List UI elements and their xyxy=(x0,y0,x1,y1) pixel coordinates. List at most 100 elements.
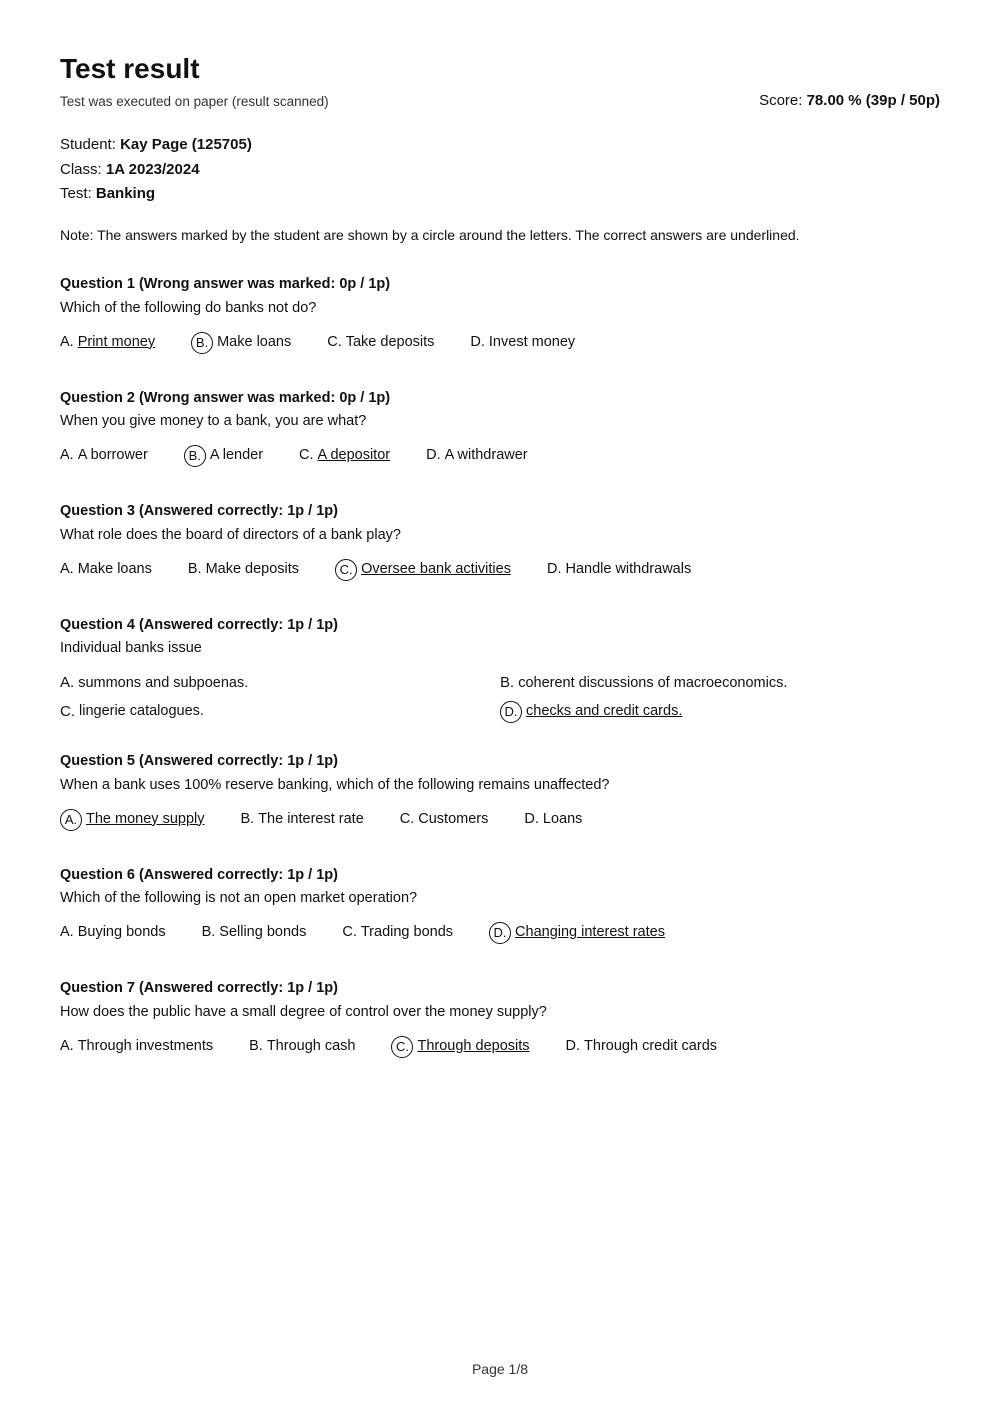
test-row: Test: Banking xyxy=(60,183,940,206)
letter-label-q2-A: A. xyxy=(60,445,74,467)
answer-q3-C: C.Oversee bank activities xyxy=(335,559,511,581)
question-header-q5: Question 5 (Answered correctly: 1p / 1p) xyxy=(60,751,940,773)
answer-text-q6-A: Buying bonds xyxy=(78,922,166,944)
answer-q5-D: D.Loans xyxy=(524,809,582,831)
class-name: 1A 2023/2024 xyxy=(106,161,200,178)
answer-text-q6-D: Changing interest rates xyxy=(515,922,665,944)
letter-label-q2-C: C. xyxy=(299,445,314,467)
student-label: Student: xyxy=(60,136,116,153)
class-row: Class: 1A 2023/2024 xyxy=(60,159,940,182)
letter-label-q5-C: C. xyxy=(400,809,415,831)
answers-q2: A.A borrower B.A lender C.A depositor D.A w… xyxy=(60,445,940,473)
page-container: Test result Test was executed on paper (… xyxy=(0,0,1000,1416)
questions-container: Question 1 (Wrong answer was marked: 0p … xyxy=(60,274,940,1064)
meta-block: Score: 78.00 % (39p / 50p) Student: Kay … xyxy=(60,134,940,206)
answer-text-q7-D: Through credit cards xyxy=(584,1036,717,1058)
answer-text-q7-A: Through investments xyxy=(78,1036,213,1058)
answers-q5: A.The money supplyB.The interest rateC.C… xyxy=(60,809,940,837)
answer-text-q4-A: summons and subpoenas. xyxy=(78,673,248,695)
answer-q7-B: B.Through cash xyxy=(249,1036,355,1058)
question-block-q6: Question 6 (Answered correctly: 1p / 1p)… xyxy=(60,865,940,951)
score-label: Score: xyxy=(759,92,802,109)
question-header-q3: Question 3 (Answered correctly: 1p / 1p) xyxy=(60,501,940,523)
answer-q4-D: D.checks and credit cards. xyxy=(500,701,940,724)
student-name: Kay Page (125705) xyxy=(120,136,252,153)
question-text-q1: Which of the following do banks not do? xyxy=(60,298,940,320)
question-header-q2: Question 2 (Wrong answer was marked: 0p … xyxy=(60,388,940,410)
answer-text-q1-C: Take deposits xyxy=(346,332,435,354)
answers-grid-q4: A.summons and subpoenas. B.coherent discu… xyxy=(60,672,940,723)
letter-label-q4-C: C. xyxy=(60,701,75,724)
question-text-q3: What role does the board of directors of… xyxy=(60,525,940,547)
question-block-q5: Question 5 (Answered correctly: 1p / 1p)… xyxy=(60,751,940,837)
answer-q2-C: C.A depositor xyxy=(299,445,390,467)
answer-text-q3-C: Oversee bank activities xyxy=(361,559,511,581)
question-text-q4: Individual banks issue xyxy=(60,638,940,660)
answer-q4-C: C.lingerie catalogues. xyxy=(60,701,500,724)
letter-label-q4-A: A. xyxy=(60,672,74,695)
answer-q7-D: D.Through credit cards xyxy=(566,1036,717,1058)
test-name: Banking xyxy=(96,185,155,202)
letter-label-q3-D: D. xyxy=(547,559,562,581)
circle-q2-B: B. xyxy=(184,445,206,467)
answer-q3-B: B.Make deposits xyxy=(188,559,299,581)
question-text-q2: When you give money to a bank, you are w… xyxy=(60,411,940,433)
answers-q3: A.Make loans B.Make deposits C.Oversee ban… xyxy=(60,559,940,587)
answer-text-q4-B: coherent discussions of macroeconomics. xyxy=(518,673,787,695)
answer-q7-A: A.Through investments xyxy=(60,1036,213,1058)
answer-text-q5-D: Loans xyxy=(543,809,583,831)
answer-text-q2-A: A borrower xyxy=(78,445,148,467)
answer-q1-A: A.Print money xyxy=(60,332,155,354)
question-header-q1: Question 1 (Wrong answer was marked: 0p … xyxy=(60,274,940,296)
answer-text-q5-A: The money supply xyxy=(86,809,204,831)
score-value: 78.00 % (39p / 50p) xyxy=(807,92,940,109)
letter-label-q7-D: D. xyxy=(566,1036,581,1058)
question-text-q6: Which of the following is not an open ma… xyxy=(60,888,940,910)
answer-q7-C: C.Through deposits xyxy=(391,1036,529,1058)
answer-q2-D: D.A withdrawer xyxy=(426,445,528,467)
answer-q6-D: D.Changing interest rates xyxy=(489,922,665,944)
letter-label-q3-B: B. xyxy=(188,559,202,581)
answer-q5-A: A.The money supply xyxy=(60,809,204,831)
answer-q3-D: D.Handle withdrawals xyxy=(547,559,691,581)
answer-text-q3-B: Make deposits xyxy=(206,559,300,581)
page-footer: Page 1/8 xyxy=(0,1359,1000,1380)
answer-text-q7-C: Through deposits xyxy=(417,1036,529,1058)
answer-text-q7-B: Through cash xyxy=(267,1036,356,1058)
answer-q1-C: C.Take deposits xyxy=(327,332,434,354)
answer-text-q1-D: Invest money xyxy=(489,332,575,354)
answer-text-q2-B: A lender xyxy=(210,445,263,467)
circle-q4-D: D. xyxy=(500,701,522,723)
letter-label-q7-B: B. xyxy=(249,1036,263,1058)
answer-q6-A: A.Buying bonds xyxy=(60,922,166,944)
answer-text-q4-D: checks and credit cards. xyxy=(526,701,682,723)
answer-text-q6-B: Selling bonds xyxy=(219,922,306,944)
letter-label-q6-B: B. xyxy=(202,922,216,944)
note-text: Note: The answers marked by the student … xyxy=(60,224,940,246)
letter-label-q2-D: D. xyxy=(426,445,441,467)
letter-label-q4-B: B. xyxy=(500,672,514,695)
student-row: Student: Kay Page (125705) xyxy=(60,134,940,157)
answer-q5-C: C.Customers xyxy=(400,809,489,831)
letter-label-q7-A: A. xyxy=(60,1036,74,1058)
question-header-q4: Question 4 (Answered correctly: 1p / 1p) xyxy=(60,615,940,637)
answer-text-q3-D: Handle withdrawals xyxy=(565,559,691,581)
letter-label-q1-A: A. xyxy=(60,332,74,354)
circle-q3-C: C. xyxy=(335,559,357,581)
answer-text-q2-D: A withdrawer xyxy=(445,445,528,467)
page-title: Test result xyxy=(60,48,940,90)
question-header-q6: Question 6 (Answered correctly: 1p / 1p) xyxy=(60,865,940,887)
answers-q7: A.Through investments B.Through cash C.Thr… xyxy=(60,1036,940,1064)
answer-q2-B: B.A lender xyxy=(184,445,263,467)
letter-label-q1-C: C. xyxy=(327,332,342,354)
answers-q1: A.Print moneyB.Make loansC.Take deposits… xyxy=(60,332,940,360)
class-label: Class: xyxy=(60,161,102,178)
test-label: Test: xyxy=(60,185,92,202)
answer-text-q1-A: Print money xyxy=(78,332,155,354)
score-block: Score: 78.00 % (39p / 50p) xyxy=(759,90,940,113)
answer-q3-A: A.Make loans xyxy=(60,559,152,581)
question-block-q1: Question 1 (Wrong answer was marked: 0p … xyxy=(60,274,940,360)
answer-q1-D: D.Invest money xyxy=(470,332,575,354)
answer-q6-C: C.Trading bonds xyxy=(342,922,453,944)
answer-text-q5-C: Customers xyxy=(418,809,488,831)
